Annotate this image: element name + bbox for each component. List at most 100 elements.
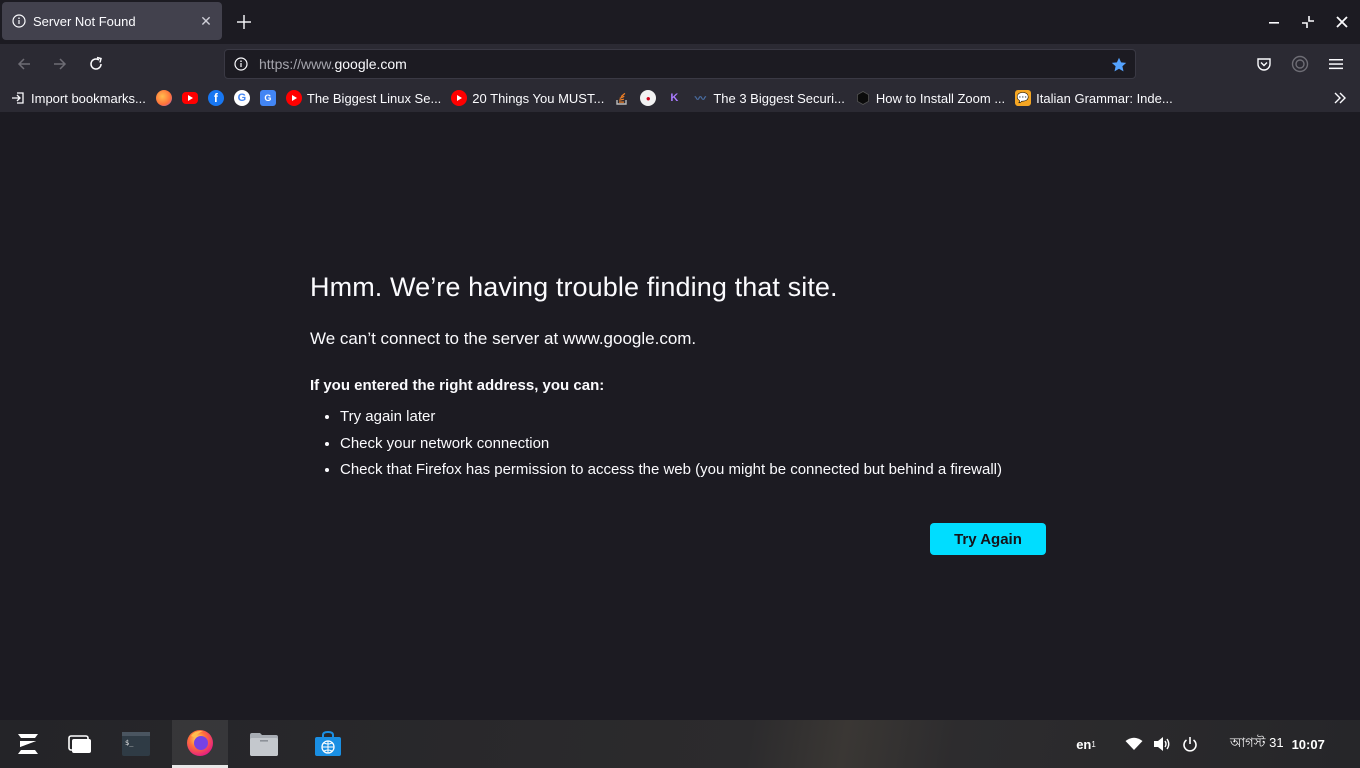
reload-button[interactable] — [84, 52, 108, 76]
clock-time: 10:07 — [1291, 736, 1325, 752]
new-tab-button[interactable] — [232, 10, 256, 34]
bookmark-import[interactable]: Import bookmarks... — [10, 86, 146, 110]
svg-text:$_: $_ — [125, 739, 134, 747]
navigation-toolbar: https://www.google.com — [0, 44, 1360, 84]
bookmark-linux-security[interactable]: The Biggest Linux Se... — [285, 86, 442, 110]
error-title: Hmm. We’re having trouble finding that s… — [310, 272, 838, 302]
suggestion-item: Check your network connection — [340, 431, 1050, 458]
minimize-button[interactable] — [1262, 10, 1286, 34]
stackoverflow-icon — [614, 90, 630, 106]
pocket-button[interactable] — [1252, 52, 1276, 76]
terminal-icon: $_ — [122, 732, 150, 756]
hamburger-menu-icon — [1329, 59, 1343, 70]
bookmark-label: 20 Things You MUST... — [472, 90, 605, 106]
firefox-icon — [155, 90, 172, 106]
bookmark-firefox[interactable] — [155, 86, 172, 110]
bookmark-label: Import bookmarks... — [31, 90, 146, 106]
suggestion-item: Check that Firefox has permission to acc… — [340, 457, 1050, 484]
bookmark-italian-grammar[interactable]: 💬 Italian Grammar: Inde... — [1015, 86, 1173, 110]
bookmarks-toolbar: Import bookmarks... f G G The Biggest Li… — [0, 84, 1360, 112]
forward-button[interactable] — [48, 52, 72, 76]
bookmark-label: The 3 Biggest Securi... — [713, 90, 845, 106]
chevron-double-right-icon — [1334, 92, 1346, 104]
power-indicator[interactable] — [1180, 734, 1200, 754]
close-tab-icon[interactable]: ✕ — [196, 11, 216, 31]
youtube-icon — [181, 92, 198, 104]
restore-icon — [1302, 16, 1314, 28]
info-icon — [11, 13, 27, 29]
tab-title: Server Not Found — [33, 13, 136, 29]
account-button[interactable] — [1288, 52, 1312, 76]
bookmark-google[interactable]: G — [233, 86, 250, 110]
taskbar-files[interactable] — [236, 720, 292, 768]
wifi-icon — [1125, 737, 1143, 750]
volume-icon — [1154, 737, 1170, 751]
pocket-icon — [1257, 58, 1271, 71]
restore-button[interactable] — [1296, 10, 1320, 34]
error-container: Hmm. We’re having trouble finding that s… — [310, 272, 1050, 484]
zorin-logo-icon — [18, 734, 38, 754]
url-domain: google.com — [334, 56, 407, 72]
bookmark-stackoverflow[interactable] — [614, 86, 630, 110]
site-info-icon[interactable] — [233, 56, 249, 72]
close-window-button[interactable] — [1330, 10, 1354, 34]
volume-indicator[interactable] — [1152, 734, 1172, 754]
url-text[interactable]: https://www.google.com — [259, 56, 407, 72]
bookmark-kotlin[interactable]: K — [666, 86, 682, 110]
taskbar: $_ en 1 আগস্ট 31 10:07 — [0, 720, 1360, 768]
back-arrow-icon — [17, 58, 30, 70]
taskbar-terminal[interactable]: $_ — [108, 720, 164, 768]
wifi-indicator[interactable] — [1124, 734, 1144, 754]
bookmark-youtube-1[interactable] — [181, 86, 198, 110]
browser-window: Server Not Found ✕ https://www.google.co… — [0, 0, 1360, 768]
keyboard-layout-indicator[interactable]: en 1 — [1072, 734, 1100, 754]
bookmarks-overflow-button[interactable] — [1330, 88, 1350, 108]
page-content: Hmm. We’re having trouble finding that s… — [0, 112, 1360, 720]
import-icon — [10, 90, 26, 106]
url-prefix: https://www. — [259, 56, 335, 72]
bookmark-facebook[interactable]: f — [207, 86, 224, 110]
clock[interactable]: আগস্ট 31 10:07 — [1230, 734, 1342, 754]
back-button[interactable] — [12, 52, 36, 76]
site-icon: 〰 — [694, 93, 706, 105]
kotlin-icon: K — [670, 92, 679, 104]
workspaces-button[interactable] — [52, 720, 108, 768]
taskbar-firefox[interactable] — [172, 720, 228, 768]
address-bar[interactable]: https://www.google.com — [224, 49, 1136, 79]
bookmark-label: How to Install Zoom ... — [875, 90, 1006, 106]
tab-strip: Server Not Found ✕ — [0, 0, 1360, 44]
facebook-icon: f — [207, 90, 224, 106]
google-translate-icon: G — [259, 90, 276, 106]
clock-date: আগস্ট 31 — [1230, 734, 1284, 750]
reload-icon — [90, 56, 102, 70]
firefox-icon — [187, 729, 213, 756]
windows-overview-icon — [68, 735, 91, 753]
menu-button[interactable] — [1324, 52, 1348, 76]
folder-icon — [250, 733, 278, 756]
keyboard-layout-index: 1 — [1091, 739, 1096, 749]
bookmark-star-icon[interactable] — [1109, 55, 1129, 75]
power-icon — [1183, 737, 1197, 752]
youtube-icon — [451, 90, 468, 106]
error-subtitle: We can’t connect to the server at www.go… — [310, 329, 697, 348]
try-again-button[interactable]: Try Again — [930, 523, 1046, 555]
site-icon: ● — [640, 90, 657, 106]
suggestion-item: Try again later — [340, 404, 1050, 431]
taskbar-software-store[interactable] — [300, 720, 356, 768]
close-icon — [1336, 16, 1348, 28]
chat-icon: 💬 — [1015, 90, 1032, 106]
bookmark-site-round[interactable]: ● — [640, 86, 657, 110]
plus-icon — [237, 15, 251, 29]
bookmark-label: The Biggest Linux Se... — [306, 90, 442, 106]
bookmark-security-article[interactable]: 〰 The 3 Biggest Securi... — [692, 86, 845, 110]
account-icon — [1291, 55, 1309, 73]
youtube-icon — [285, 90, 302, 106]
forward-arrow-icon — [54, 58, 67, 70]
bookmark-20-things[interactable]: 20 Things You MUST... — [451, 86, 604, 110]
bookmark-install-zoom[interactable]: How to Install Zoom ... — [855, 86, 1005, 110]
bookmark-google-translate[interactable]: G — [259, 86, 276, 110]
tab-server-not-found[interactable]: Server Not Found ✕ — [2, 2, 222, 40]
hexagon-icon — [855, 90, 871, 106]
zorin-menu-button[interactable] — [0, 720, 56, 768]
software-store-icon — [315, 731, 341, 756]
